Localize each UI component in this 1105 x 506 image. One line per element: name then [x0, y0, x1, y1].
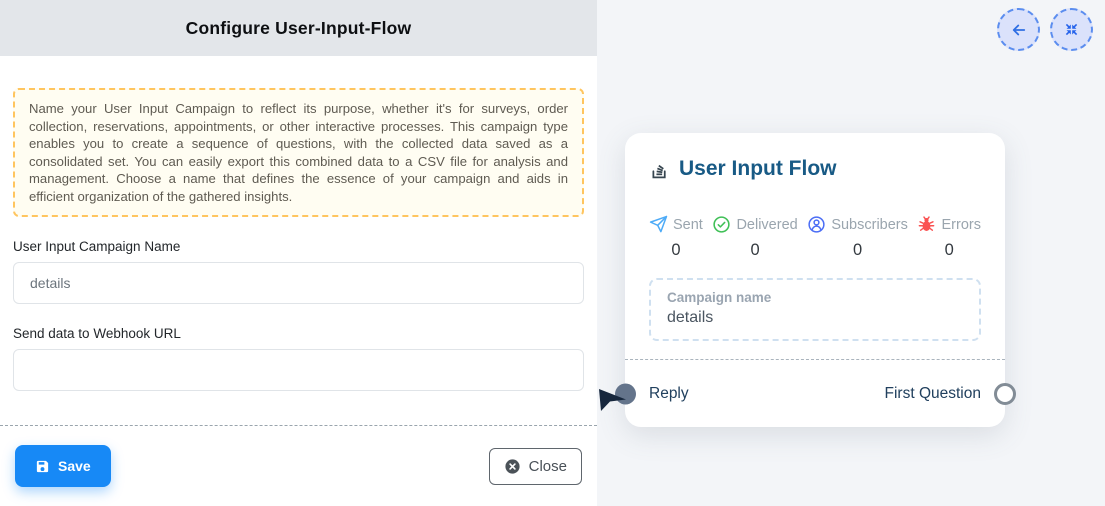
stat-subscribers-value: 0 [853, 241, 862, 260]
send-icon [649, 215, 668, 234]
stat-delivered-value: 0 [750, 241, 759, 260]
fit-view-button[interactable] [1050, 8, 1093, 51]
user-circle-icon [807, 215, 826, 234]
user-input-flow-node[interactable]: User Input Flow Sent 0 [625, 133, 1005, 427]
stat-sent-value: 0 [671, 241, 680, 260]
user-input-flow-screen: Configure User-Input-Flow Name your User… [0, 0, 1105, 506]
stack-icon [649, 159, 670, 180]
check-circle-icon [712, 215, 731, 234]
campaign-name-display-value: details [667, 309, 963, 327]
dialog-footer: Save Close [0, 426, 597, 506]
fit-view-icon [1063, 21, 1080, 38]
stat-subscribers: Subscribers 0 [807, 215, 908, 260]
campaign-name-input[interactable] [13, 262, 584, 304]
webhook-url-input[interactable] [13, 349, 584, 391]
reply-source-handle[interactable] [615, 383, 636, 404]
first-question-target-handle[interactable] [994, 383, 1016, 405]
back-arrow-icon [1010, 21, 1028, 39]
stat-errors-value: 0 [945, 241, 954, 260]
stat-sent: Sent 0 [649, 215, 703, 260]
bug-icon [917, 215, 936, 234]
canvas-controls [997, 8, 1093, 51]
save-icon [35, 459, 50, 474]
node-stats: Sent 0 Delivered 0 [649, 215, 981, 260]
first-question-label: First Question [885, 385, 981, 403]
close-button[interactable]: Close [489, 448, 582, 485]
dialog-body: Name your User Input Campaign to reflect… [0, 88, 597, 391]
dialog-header: Configure User-Input-Flow [0, 0, 597, 56]
dialog-title: Configure User-Input-Flow [186, 18, 412, 39]
node-title: User Input Flow [679, 157, 837, 181]
stat-errors-label: Errors [941, 217, 980, 233]
stat-sent-label: Sent [673, 217, 703, 233]
close-button-label: Close [529, 458, 567, 475]
stat-delivered: Delivered 0 [712, 215, 797, 260]
node-body: User Input Flow Sent 0 [625, 133, 1005, 341]
reply-label: Reply [649, 385, 689, 403]
stat-delivered-label: Delivered [736, 217, 797, 233]
close-circle-icon [504, 458, 521, 475]
campaign-name-display: Campaign name details [649, 278, 981, 341]
save-button[interactable]: Save [15, 445, 111, 487]
save-button-label: Save [58, 458, 91, 474]
back-button[interactable] [997, 8, 1040, 51]
node-footer: Reply First Question [625, 359, 1005, 427]
campaign-info-note: Name your User Input Campaign to reflect… [13, 88, 584, 217]
node-title-row: User Input Flow [649, 157, 981, 181]
campaign-name-display-label: Campaign name [667, 290, 963, 305]
campaign-name-label: User Input Campaign Name [13, 239, 584, 254]
configure-dialog: Configure User-Input-Flow Name your User… [0, 0, 597, 506]
stat-subscribers-label: Subscribers [831, 217, 908, 233]
stat-errors: Errors 0 [917, 215, 980, 260]
flow-canvas[interactable]: User Input Flow Sent 0 [597, 0, 1105, 506]
webhook-url-label: Send data to Webhook URL [13, 326, 584, 341]
